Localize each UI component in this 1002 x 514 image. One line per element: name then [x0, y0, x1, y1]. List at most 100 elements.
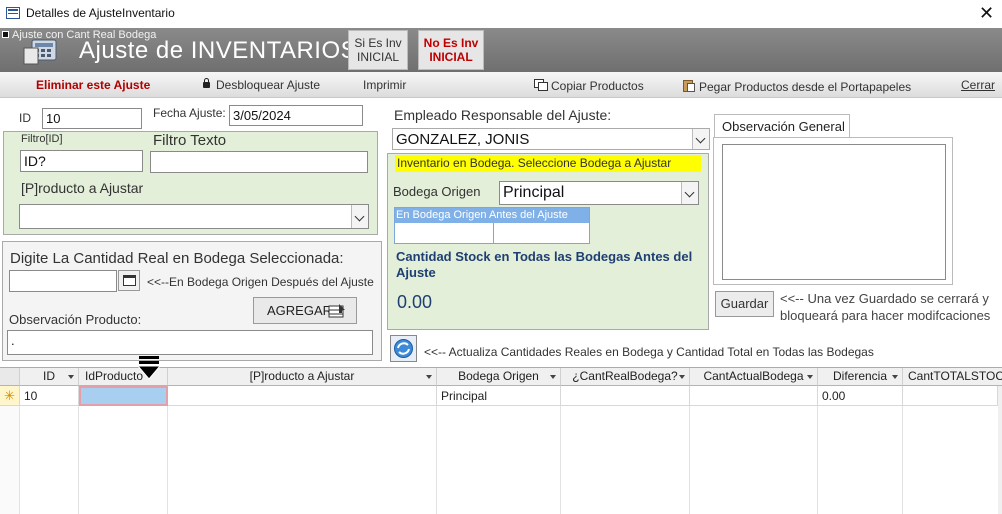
imprimir-button[interactable]: Imprimir [363, 78, 406, 92]
empty-column [818, 406, 903, 514]
pegar-label: Pegar Productos desde el Portapapeles [699, 80, 912, 94]
filtro-id-label: Filtro[ID] [21, 133, 63, 145]
column-header-cantactual[interactable]: CantActualBodega [690, 368, 818, 386]
cantidad-real-field[interactable] [9, 270, 117, 292]
empty-column [79, 406, 168, 514]
cell-cantreal[interactable] [561, 386, 690, 406]
cell-producto[interactable] [168, 386, 437, 406]
id-field[interactable]: 10 [42, 108, 142, 129]
observacion-general-field[interactable] [722, 144, 946, 280]
chevron-down-icon[interactable] [351, 205, 368, 228]
new-record-icon[interactable]: ✳ [0, 386, 20, 406]
toolbar: Eliminar este Ajuste Desbloquear Ajuste … [0, 72, 1002, 98]
add-row-icon [328, 304, 345, 318]
column-header-canttotal[interactable]: CantTOTALSTOCK [903, 368, 1002, 386]
bodega-origen-label: Bodega Origen [393, 184, 481, 199]
select-all-corner[interactable] [0, 368, 20, 386]
pegar-productos-button[interactable]: Pegar Productos desde el Portapapeles [683, 78, 911, 94]
column-label: ¿CantRealBodega? [572, 369, 678, 383]
chevron-down-icon[interactable] [692, 129, 709, 149]
tab-observacion-general[interactable]: Observación General [714, 114, 850, 138]
column-label: [P]roducto a Ajustar [249, 369, 355, 383]
column-label: IdProducto [85, 369, 144, 383]
empty-column [168, 406, 437, 514]
refresh-icon[interactable] [390, 335, 417, 362]
form-icon [6, 7, 20, 19]
no-inv-inicial-button[interactable]: No Es Inv INICIAL [418, 30, 484, 70]
antes-ajuste-grid: En Bodega Origen Antes del Ajuste [394, 207, 590, 244]
observacion-producto-field[interactable]: . [7, 330, 373, 355]
cell-diferencia[interactable]: 0.00 [818, 386, 903, 406]
empty-column [437, 406, 561, 514]
empleado-label: Empleado Responsable del Ajuste: [394, 107, 612, 123]
copiar-productos-button[interactable]: Copiar Productos [534, 78, 644, 93]
column-label: Bodega Origen [458, 369, 539, 383]
column-header-diferencia[interactable]: Diferencia [818, 368, 903, 386]
window-titlebar: Detalles de AjusteInventario ✕ [0, 0, 1002, 28]
sort-dropdown-icon[interactable] [550, 375, 556, 379]
vertical-scrollbar[interactable] [998, 386, 1002, 514]
close-icon[interactable]: ✕ [979, 3, 994, 23]
cell-idproducto[interactable] [79, 386, 168, 406]
lock-icon [203, 78, 210, 88]
si-inv-inicial-button[interactable]: Si Es Inv INICIAL [348, 30, 408, 70]
sort-dropdown-icon[interactable] [807, 375, 813, 379]
fecha-ajuste-field[interactable]: 3/05/2024 [229, 105, 363, 126]
empty-column [561, 406, 690, 514]
bodega-origen-combo[interactable]: Principal [499, 181, 699, 205]
cell-bodega[interactable]: Principal [437, 386, 561, 406]
ajuste-datasheet: ID IdProducto [P]roducto a Ajustar Bodeg… [0, 367, 1002, 514]
desbloquear-ajuste-button[interactable]: Desbloquear Ajuste [203, 78, 320, 92]
form-header: Ajuste con Cant Real Bodega Ajuste de IN… [0, 28, 1002, 72]
cell-canttotal[interactable] [903, 386, 998, 406]
sort-dropdown-icon[interactable] [68, 375, 74, 379]
fecha-ajuste-label: Fecha Ajuste: [153, 106, 226, 120]
sort-dropdown-icon[interactable] [426, 375, 432, 379]
cell-id[interactable]: 10 [20, 386, 79, 406]
stock-total-label: Cantidad Stock en Todas las Bodegas Ante… [396, 249, 693, 280]
empleado-combo[interactable]: GONZALEZ, JONIS [392, 128, 710, 150]
column-label: ID [43, 369, 55, 383]
cerrar-button[interactable]: Cerrar [961, 78, 995, 92]
column-label: CantActualBodega [703, 369, 804, 383]
bodega-banner: Inventario en Bodega. Seleccione Bodega … [395, 155, 701, 172]
sort-dropdown-icon[interactable] [892, 375, 898, 379]
chevron-down-icon[interactable] [681, 182, 698, 204]
copy-icon [534, 79, 548, 91]
column-header-cantreal[interactable]: ¿CantRealBodega? [561, 368, 690, 386]
calendar-picker-icon[interactable] [118, 270, 140, 291]
producto-combo[interactable] [19, 204, 369, 229]
window-title: Detalles de AjusteInventario [26, 6, 175, 20]
copiar-label: Copiar Productos [551, 79, 644, 93]
agregar-button[interactable]: AGREGAR [253, 297, 357, 324]
despues-ajuste-note: <<--En Bodega Origen Después del Ajuste [147, 275, 374, 289]
refresh-note: <<-- Actualiza Cantidades Reales en Bode… [424, 345, 874, 359]
calculator-icon [23, 39, 57, 65]
agregar-label: AGREGAR [267, 303, 333, 318]
record-selector-icon [2, 31, 9, 38]
sort-dropdown-icon[interactable] [679, 375, 685, 379]
empty-column [20, 406, 79, 514]
eliminar-ajuste-button[interactable]: Eliminar este Ajuste [36, 78, 150, 92]
guardar-button[interactable]: Guardar [715, 291, 774, 317]
column-header-producto[interactable]: [P]roducto a Ajustar [168, 368, 437, 386]
filtro-texto-field[interactable] [150, 151, 368, 173]
desbloquear-label: Desbloquear Ajuste [216, 78, 321, 92]
stock-total-value: 0.00 [397, 292, 433, 312]
row-selector-column [0, 406, 20, 514]
cell-cantactual[interactable] [690, 386, 818, 406]
filtro-id-field[interactable]: ID? [20, 150, 143, 172]
column-header-id[interactable]: ID [20, 368, 79, 386]
guardar-note: <<-- Una vez Guardado se cerrará y bloqu… [780, 291, 991, 323]
antes-ajuste-header: En Bodega Origen Antes del Ajuste [395, 208, 589, 223]
grid-divider [493, 223, 494, 243]
producto-label: [P]roducto a Ajustar [21, 180, 144, 196]
column-header-bodega[interactable]: Bodega Origen [437, 368, 561, 386]
empleado-value: GONZALEZ, JONIS [396, 131, 530, 148]
column-move-cursor-icon [136, 356, 162, 380]
digite-cantidad-label: Digite La Cantidad Real en Bodega Selecc… [10, 250, 344, 267]
observacion-producto-label: Observación Producto: [9, 312, 142, 327]
page-title: Ajuste de INVENTARIOS [79, 37, 358, 64]
bodega-origen-value: Principal [503, 184, 565, 201]
filtro-texto-label: Filtro Texto [153, 132, 227, 149]
